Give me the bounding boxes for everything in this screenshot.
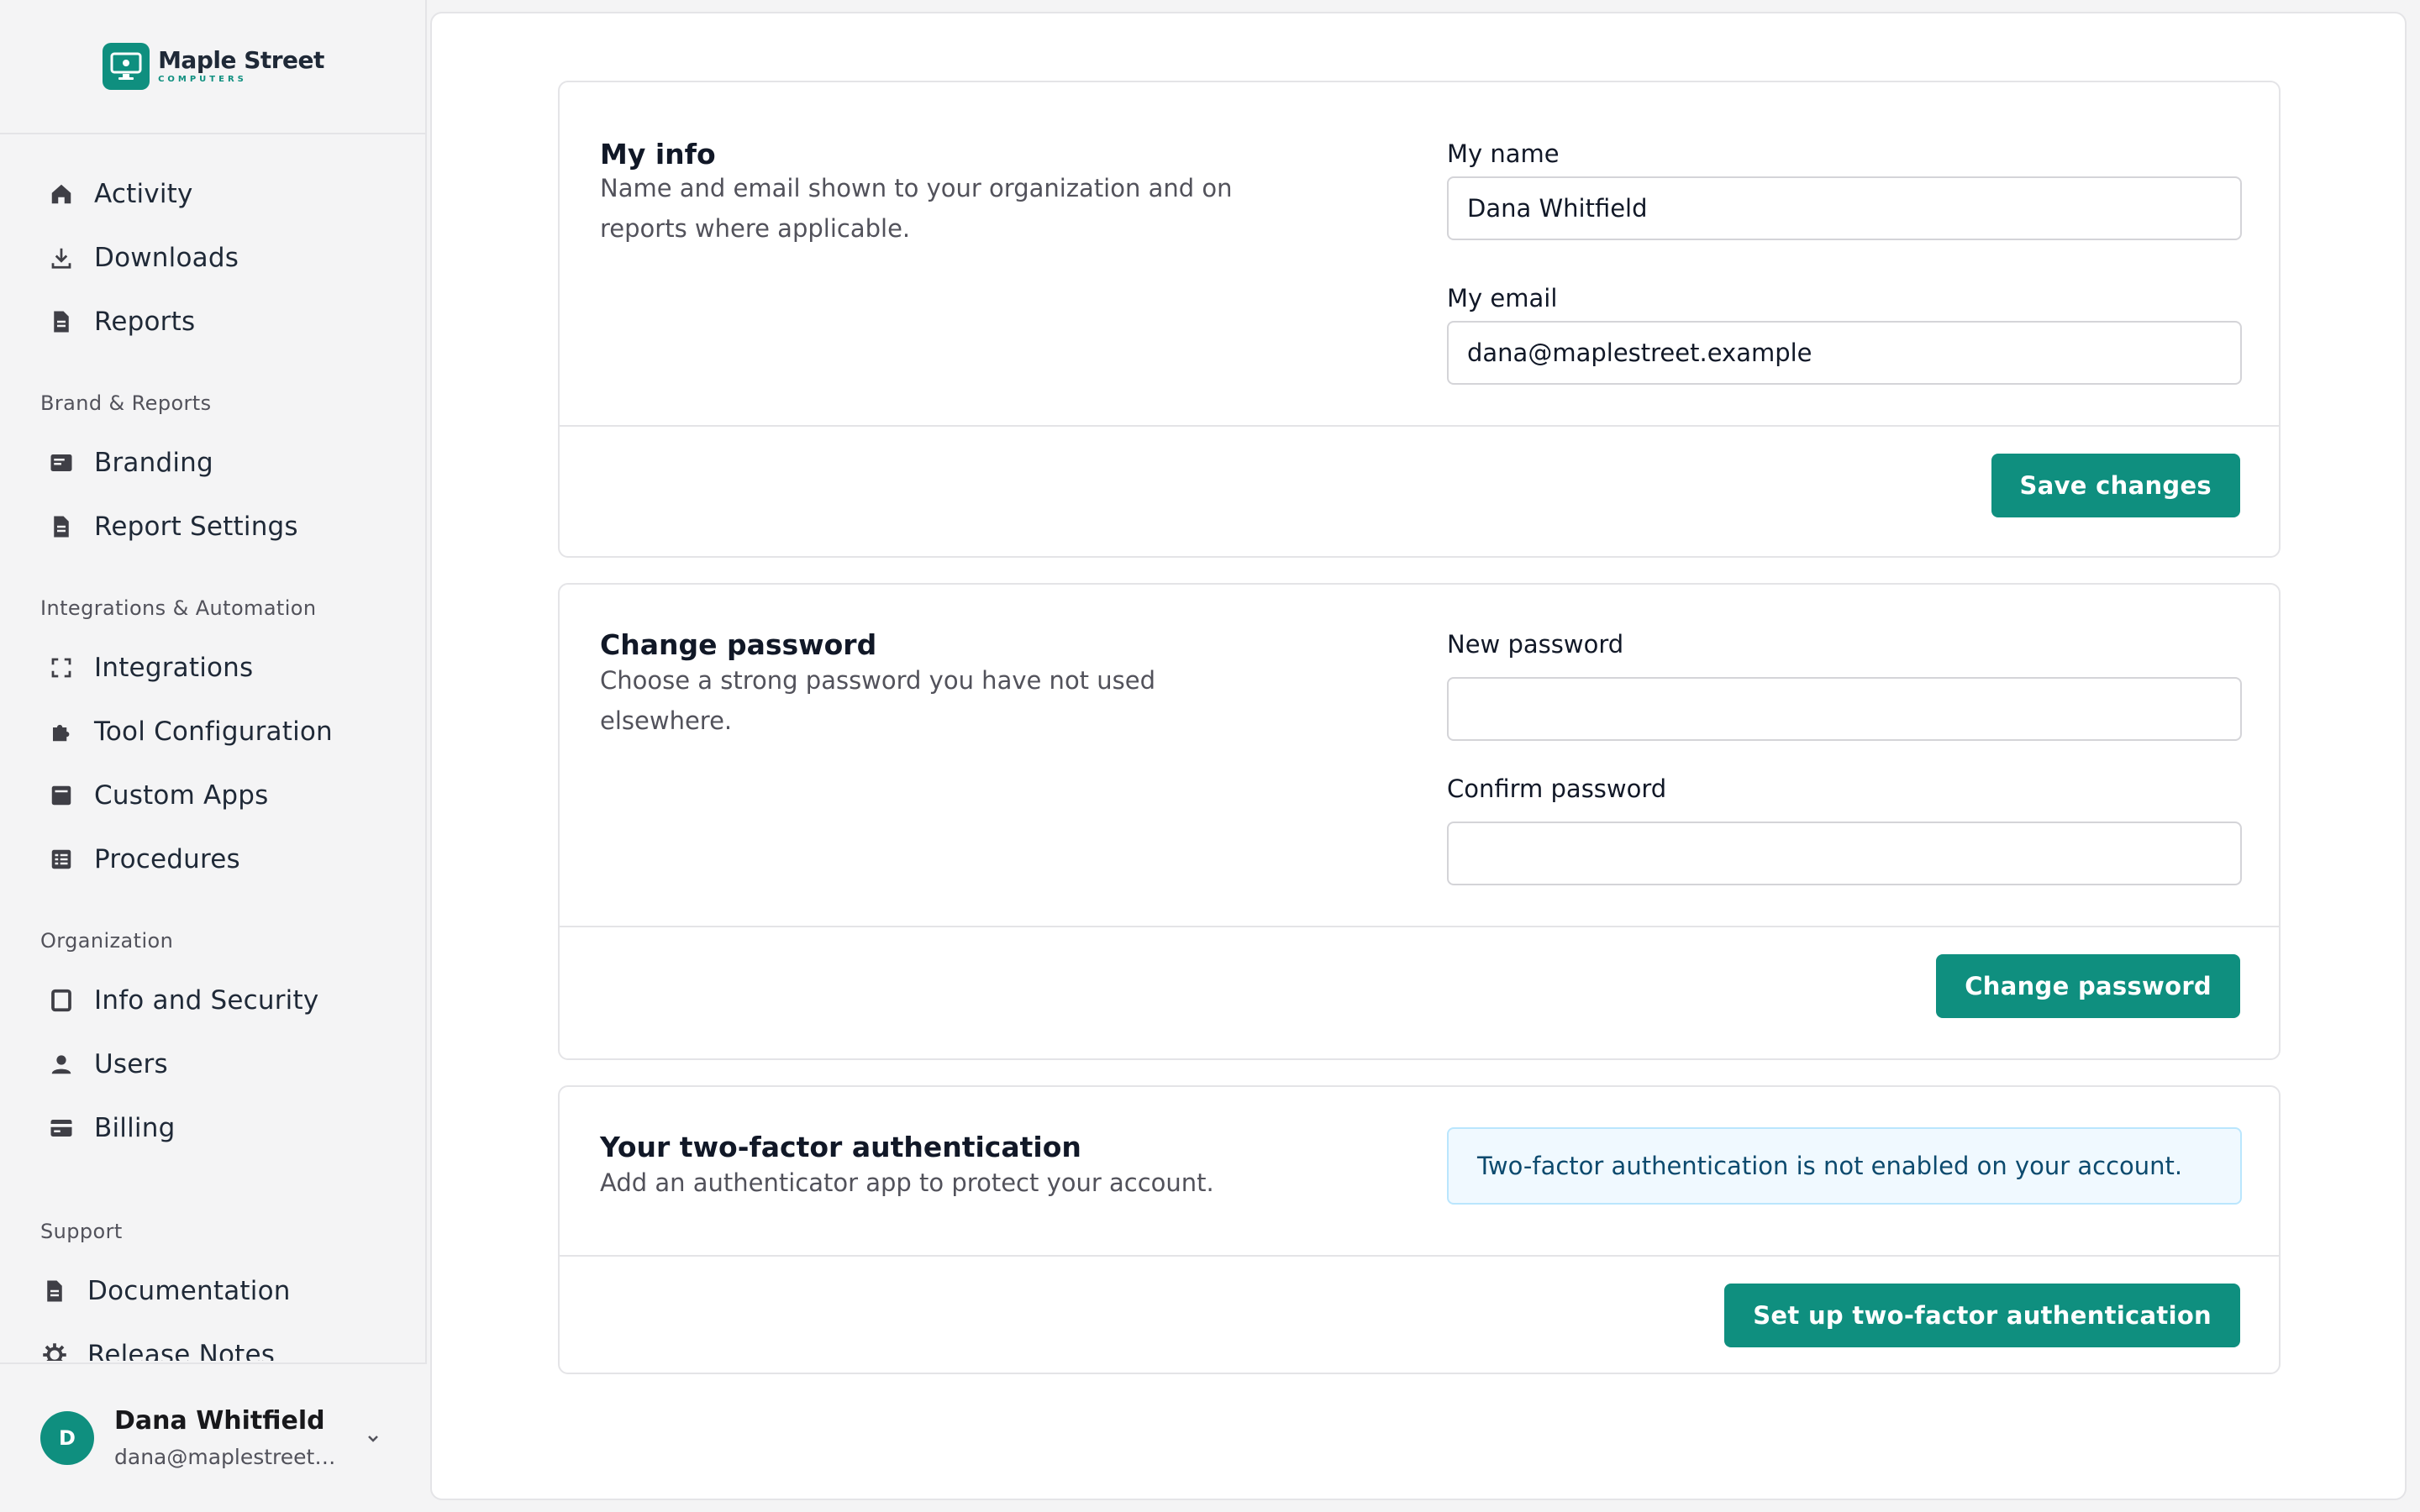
document-icon — [34, 296, 94, 348]
two-factor-card: Your two-factor authentication Add an au… — [558, 1085, 2281, 1374]
change-password-button[interactable]: Change password — [1936, 954, 2240, 1018]
section-support: Support — [40, 1220, 123, 1243]
card-title: Your two-factor authentication — [600, 1131, 1081, 1163]
sidebar-item-tool-configuration[interactable]: Tool Configuration — [34, 706, 395, 758]
confirm-password-label: Confirm password — [1447, 774, 1667, 803]
main-content: My info Name and email shown to your org… — [430, 12, 2407, 1500]
save-changes-button[interactable]: Save changes — [1991, 454, 2240, 517]
home-icon — [34, 168, 94, 220]
name-label: My name — [1447, 139, 1560, 168]
card-divider — [560, 425, 2279, 427]
section-organization: Organization — [40, 929, 174, 953]
email-input[interactable] — [1447, 321, 2242, 385]
sidebar-item-billing[interactable]: Billing — [34, 1102, 395, 1154]
card-title: Change password — [600, 628, 877, 661]
avatar: D — [40, 1411, 94, 1465]
app-icon — [34, 769, 94, 822]
user-name: Dana Whitfield — [114, 1406, 325, 1436]
sidebar-nav: Activity Downloads Reports Brand & Repor… — [0, 160, 427, 1361]
card-divider — [560, 1255, 2279, 1257]
email-label: My email — [1447, 284, 1558, 312]
sidebar-item-procedures[interactable]: Procedures — [34, 833, 395, 885]
sidebar-item-integrations[interactable]: Integrations — [34, 642, 395, 694]
square-icon — [34, 974, 94, 1026]
document-icon — [34, 501, 94, 553]
card-icon — [34, 437, 94, 489]
sidebar-item-label: Reports — [94, 307, 196, 337]
card-divider — [560, 926, 2279, 927]
setup-two-factor-button[interactable]: Set up two-factor authentication — [1724, 1284, 2240, 1347]
sidebar: Maple Street COMPUTERS Activity Download… — [0, 0, 427, 1512]
puzzle-icon — [34, 706, 94, 758]
my-info-card: My info Name and email shown to your org… — [558, 81, 2281, 558]
sidebar-item-custom-apps[interactable]: Custom Apps — [34, 769, 395, 822]
new-password-label: New password — [1447, 630, 1624, 659]
sidebar-item-label: Documentation — [87, 1276, 291, 1306]
sidebar-item-label: Info and Security — [94, 985, 319, 1016]
sidebar-item-label: Release Notes — [87, 1340, 276, 1361]
card-description: Name and email shown to your organizatio… — [600, 174, 1233, 243]
card-description: Add an authenticator app to protect your… — [600, 1168, 1214, 1197]
card-description: Choose a strong password you have not us… — [600, 666, 1156, 735]
sidebar-item-activity[interactable]: Activity — [34, 168, 395, 220]
section-integrations: Integrations & Automation — [40, 596, 317, 620]
brand-sub: COMPUTERS — [158, 75, 247, 84]
sidebar-item-report-settings[interactable]: Report Settings — [34, 501, 395, 553]
sidebar-item-label: Custom Apps — [94, 780, 269, 811]
card-title: My info — [600, 138, 716, 171]
two-factor-status-notice: Two-factor authentication is not enabled… — [1447, 1127, 2242, 1205]
sidebar-item-label: Downloads — [94, 243, 239, 273]
sidebar-item-users[interactable]: Users — [34, 1038, 395, 1090]
user-menu[interactable]: D Dana Whitfield dana@maplestreet.exampl… — [0, 1362, 427, 1512]
document-icon — [27, 1265, 87, 1317]
sidebar-item-reports[interactable]: Reports — [34, 296, 395, 348]
change-password-card: Change password Choose a strong password… — [558, 583, 2281, 1060]
sidebar-item-label: Billing — [94, 1113, 176, 1143]
name-input[interactable] — [1447, 176, 2242, 240]
user-icon — [34, 1038, 94, 1090]
brand-name: Maple Street — [158, 46, 324, 74]
app: Maple Street COMPUTERS Activity Download… — [0, 0, 2420, 1512]
credit-card-icon — [34, 1102, 94, 1154]
sidebar-item-label: Branding — [94, 448, 213, 478]
logo[interactable]: Maple Street COMPUTERS — [0, 0, 427, 134]
download-icon — [34, 232, 94, 284]
chevron-down-icon[interactable] — [363, 1428, 383, 1452]
sidebar-item-label: Integrations — [94, 653, 254, 683]
confirm-password-input[interactable] — [1447, 822, 2242, 885]
sidebar-item-branding[interactable]: Branding — [34, 437, 395, 489]
sidebar-item-label: Report Settings — [94, 512, 298, 542]
list-icon — [34, 833, 94, 885]
user-email: dana@maplestreet.example — [114, 1445, 341, 1469]
monitor-icon — [103, 43, 150, 90]
sidebar-item-downloads[interactable]: Downloads — [34, 232, 395, 284]
sidebar-item-label: Tool Configuration — [94, 717, 333, 747]
section-brand-reports: Brand & Reports — [40, 391, 212, 415]
sidebar-item-release-notes[interactable]: Release Notes — [27, 1329, 388, 1361]
sidebar-item-info-and-security[interactable]: Info and Security — [34, 974, 395, 1026]
sidebar-item-documentation[interactable]: Documentation — [27, 1265, 388, 1317]
gear-icon — [27, 1329, 87, 1361]
sidebar-item-label: Activity — [94, 179, 193, 209]
sidebar-item-label: Procedures — [94, 844, 240, 874]
sidebar-item-label: Users — [94, 1049, 168, 1079]
new-password-input[interactable] — [1447, 677, 2242, 741]
integrations-icon — [34, 642, 94, 694]
